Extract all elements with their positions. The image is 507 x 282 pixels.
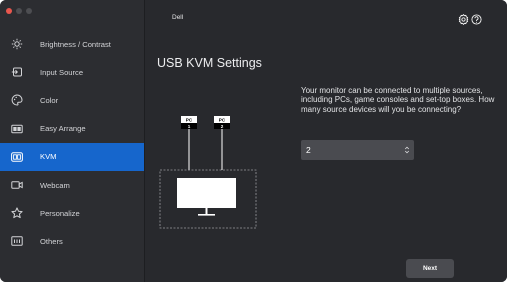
sidebar-item-label: Brightness / Contrast — [40, 39, 111, 49]
select-chevron-icon — [404, 146, 410, 154]
sidebar-item-label: Easy Arrange — [40, 124, 86, 134]
sidebar-item-label: Webcam — [40, 180, 70, 190]
close-window-button[interactable] — [6, 8, 12, 14]
app-window: Brightness / Contrast Input Source Color… — [0, 0, 507, 282]
sidebar-item-label: KVM — [40, 152, 57, 162]
sidebar-item-label: Input Source — [40, 67, 84, 77]
pc-2-label: PC — [219, 118, 226, 123]
monitor-neck — [205, 208, 208, 214]
kvm-icon — [11, 151, 23, 163]
others-icon — [11, 235, 23, 247]
pc-1-number: 1 — [188, 124, 191, 129]
settings-gear-icon[interactable] — [458, 12, 469, 25]
sidebar-item-label: Color — [40, 95, 59, 105]
sidebar-item-brightness-contrast[interactable]: Brightness / Contrast — [0, 30, 144, 58]
source-count-question: Your monitor can be connected to multipl… — [301, 86, 495, 114]
page-title: USB KVM Settings — [157, 56, 262, 70]
main-panel: Dell USB KVM Settings PC 1 PC 2 Your mon… — [145, 0, 507, 282]
webcam-icon — [11, 179, 23, 191]
star-icon — [11, 207, 23, 219]
sidebar: Brightness / Contrast Input Source Color… — [0, 0, 145, 282]
sidebar-item-easy-arrange[interactable]: Easy Arrange — [0, 115, 144, 143]
pc-1-badge: PC 1 — [181, 116, 197, 129]
sidebar-item-label: Others — [40, 236, 63, 246]
sidebar-item-others[interactable]: Others — [0, 227, 144, 255]
minimize-window-button[interactable] — [16, 8, 22, 14]
sidebar-nav: Brightness / Contrast Input Source Color… — [0, 30, 144, 256]
pc-1-label: PC — [186, 118, 193, 123]
easy-arrange-icon — [11, 123, 23, 135]
next-button[interactable]: Next — [406, 259, 454, 278]
sidebar-item-input-source[interactable]: Input Source — [0, 58, 144, 86]
sidebar-item-kvm[interactable]: KVM — [0, 142, 144, 171]
monitor-icon — [177, 178, 236, 208]
window-controls — [6, 8, 32, 14]
sidebar-item-webcam[interactable]: Webcam — [0, 171, 144, 199]
source-count-value: 2 — [306, 145, 311, 155]
sidebar-item-label: Personalize — [40, 208, 80, 218]
pc-2-number: 2 — [221, 124, 224, 129]
window-title: Dell — [172, 14, 184, 21]
source-count-select[interactable]: 2 — [301, 140, 414, 160]
kvm-diagram: PC 1 PC 2 — [159, 116, 257, 229]
monitor-base — [198, 214, 215, 216]
pc-2-badge: PC 2 — [214, 116, 230, 129]
color-icon — [11, 94, 23, 106]
sidebar-item-personalize[interactable]: Personalize — [0, 199, 144, 227]
sidebar-item-color[interactable]: Color — [0, 86, 144, 114]
help-icon[interactable] — [471, 12, 482, 25]
input-source-icon — [11, 66, 23, 78]
zoom-window-button[interactable] — [26, 8, 32, 14]
brightness-icon — [11, 38, 23, 50]
